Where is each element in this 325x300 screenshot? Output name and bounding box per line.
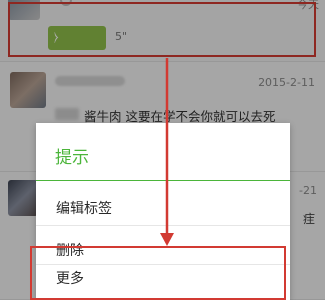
annotation-arrow-icon — [160, 58, 174, 246]
